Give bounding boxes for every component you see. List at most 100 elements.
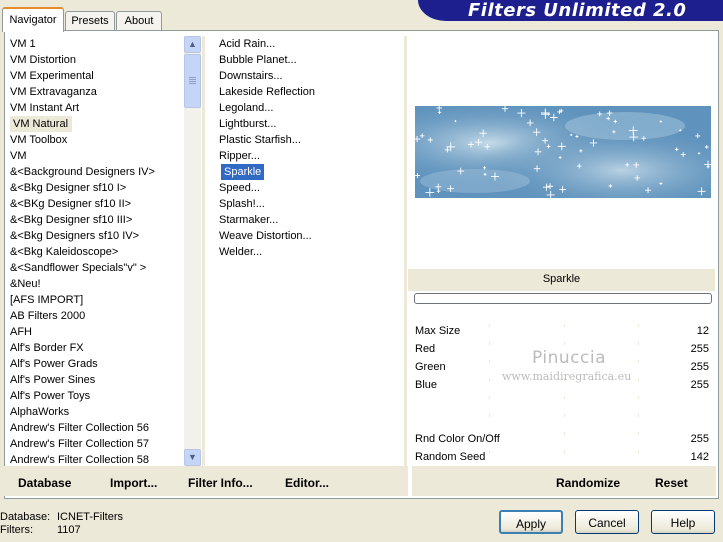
- category-item[interactable]: AFH: [7, 324, 183, 340]
- category-label: &<Bkg Designer sf10 I>: [10, 182, 127, 194]
- param-name: Blue: [415, 379, 438, 391]
- editor-button[interactable]: Editor...: [285, 476, 329, 490]
- database-label: Database:: [0, 511, 51, 523]
- category-item[interactable]: VM Natural: [7, 116, 183, 132]
- category-item[interactable]: VM Extravaganza: [7, 84, 183, 100]
- slider-tick: [564, 450, 565, 453]
- category-label: AlphaWorks: [10, 406, 70, 418]
- category-label: VM Natural: [10, 116, 73, 132]
- filters-label: Filters:: [0, 524, 33, 536]
- scroll-up-arrow-icon[interactable]: ▲: [184, 36, 201, 53]
- category-label: VM Instant Art: [10, 102, 80, 114]
- database-value: ICNET-Filters: [57, 511, 123, 523]
- category-label: Andrew's Filter Collection 57: [10, 438, 150, 450]
- filter-item[interactable]: Lightburst...: [214, 116, 404, 132]
- filter-item[interactable]: Splash!...: [214, 196, 404, 212]
- category-label: VM Extravaganza: [10, 86, 97, 98]
- filter-item[interactable]: Legoland...: [214, 100, 404, 116]
- category-label: AB Filters 2000: [10, 310, 86, 322]
- param-slider-row[interactable]: Rnd Color On/Off 255: [414, 432, 712, 451]
- category-scrollbar[interactable]: ▲ ▼: [184, 36, 201, 466]
- filter-item[interactable]: Welder...: [214, 244, 404, 260]
- filter-label: Weave Distortion...: [219, 230, 312, 242]
- slider-tick: [564, 432, 565, 435]
- param-name: Rnd Color On/Off: [415, 433, 500, 445]
- filter-label: Legoland...: [219, 102, 274, 114]
- import-button[interactable]: Import...: [110, 476, 157, 490]
- category-item[interactable]: [AFS IMPORT]: [7, 292, 183, 308]
- filter-item[interactable]: Sparkle: [214, 164, 404, 180]
- category-item[interactable]: VM 1: [7, 36, 183, 52]
- param-value: 255: [690, 343, 709, 355]
- reset-button[interactable]: Reset: [655, 476, 688, 490]
- category-item[interactable]: Alf's Power Toys: [7, 388, 183, 404]
- filter-item[interactable]: Weave Distortion...: [214, 228, 404, 244]
- category-item[interactable]: Andrew's Filter Collection 56: [7, 420, 183, 436]
- category-list[interactable]: VM 1 VM Distortion VM Experimental VM Extra…: [7, 36, 183, 466]
- category-item[interactable]: VM Distortion: [7, 52, 183, 68]
- param-name: Green: [415, 361, 446, 373]
- apply-button[interactable]: Apply: [499, 510, 563, 534]
- tab-about[interactable]: About: [116, 11, 162, 30]
- param-slider-row[interactable]: [414, 396, 712, 415]
- category-item[interactable]: Andrew's Filter Collection 57: [7, 436, 183, 452]
- category-item[interactable]: VM Instant Art: [7, 100, 183, 116]
- cancel-button[interactable]: Cancel: [575, 510, 639, 534]
- filter-info-button[interactable]: Filter Info...: [188, 476, 253, 490]
- filter-item[interactable]: Downstairs...: [214, 68, 404, 84]
- category-item[interactable]: VM: [7, 148, 183, 164]
- filter-list[interactable]: Acid Rain... Bubble Planet... Downstairs..…: [214, 36, 404, 260]
- category-label: VM Toolbox: [10, 134, 68, 146]
- param-name: Random Seed: [415, 451, 486, 463]
- app-title: Filters Unlimited 2.0: [468, 0, 687, 21]
- slider-tick: [638, 396, 639, 399]
- slider-tick: [489, 450, 490, 453]
- scroll-thumb[interactable]: [184, 54, 201, 108]
- category-item[interactable]: VM Toolbox: [7, 132, 183, 148]
- category-label: VM Experimental: [10, 70, 94, 82]
- category-item[interactable]: &Neu!: [7, 276, 183, 292]
- category-label: VM Distortion: [10, 54, 77, 66]
- database-button[interactable]: Database: [18, 476, 71, 490]
- filter-item[interactable]: Starmaker...: [214, 212, 404, 228]
- category-item[interactable]: &<Background Designers IV>: [7, 164, 183, 180]
- category-item[interactable]: &<Bkg Designer sf10 III>: [7, 212, 183, 228]
- category-item[interactable]: &<BKg Designer sf10 II>: [7, 196, 183, 212]
- slider-tick: [489, 414, 490, 417]
- param-value: 255: [690, 361, 709, 373]
- filter-label: Splash!...: [219, 198, 265, 210]
- filter-item[interactable]: Bubble Planet...: [214, 52, 404, 68]
- category-item[interactable]: &<Bkg Designers sf10 IV>: [7, 228, 183, 244]
- filter-item[interactable]: Ripper...: [214, 148, 404, 164]
- slider-tick: [638, 450, 639, 453]
- randomize-button[interactable]: Randomize: [556, 476, 620, 490]
- category-item[interactable]: Alf's Power Grads: [7, 356, 183, 372]
- category-item[interactable]: Andrew's Filter Collection 58: [7, 452, 183, 466]
- category-item[interactable]: &<Bkg Designer sf10 I>: [7, 180, 183, 196]
- filter-item[interactable]: Plastic Starfish...: [214, 132, 404, 148]
- param-slider-row[interactable]: [414, 414, 712, 433]
- category-item[interactable]: Alf's Border FX: [7, 340, 183, 356]
- tab-navigator[interactable]: Navigator: [2, 7, 64, 32]
- category-item[interactable]: &<Sandflower Specials"v" >: [7, 260, 183, 276]
- filter-item[interactable]: Acid Rain...: [214, 36, 404, 52]
- category-item[interactable]: Alf's Power Sines: [7, 372, 183, 388]
- category-item[interactable]: AB Filters 2000: [7, 308, 183, 324]
- slider-tick: [564, 414, 565, 417]
- help-button[interactable]: Help: [651, 510, 715, 534]
- filter-label: Speed...: [219, 182, 260, 194]
- tab-presets[interactable]: Presets: [65, 11, 115, 30]
- param-value: 255: [690, 433, 709, 445]
- category-item[interactable]: AlphaWorks: [7, 404, 183, 420]
- param-slider-row[interactable]: Max Size 12: [414, 324, 712, 343]
- filter-item[interactable]: Lakeside Reflection: [214, 84, 404, 100]
- category-item[interactable]: VM Experimental: [7, 68, 183, 84]
- slider-tick: [489, 342, 490, 345]
- category-label: &<Bkg Kaleidoscope>: [10, 246, 119, 258]
- slider-tick: [489, 324, 490, 327]
- category-item[interactable]: &<Bkg Kaleidoscope>: [7, 244, 183, 260]
- filter-item[interactable]: Speed...: [214, 180, 404, 196]
- category-label: &<BKg Designer sf10 II>: [10, 198, 132, 210]
- category-label: [AFS IMPORT]: [10, 294, 84, 306]
- scroll-down-arrow-icon[interactable]: ▼: [184, 449, 201, 466]
